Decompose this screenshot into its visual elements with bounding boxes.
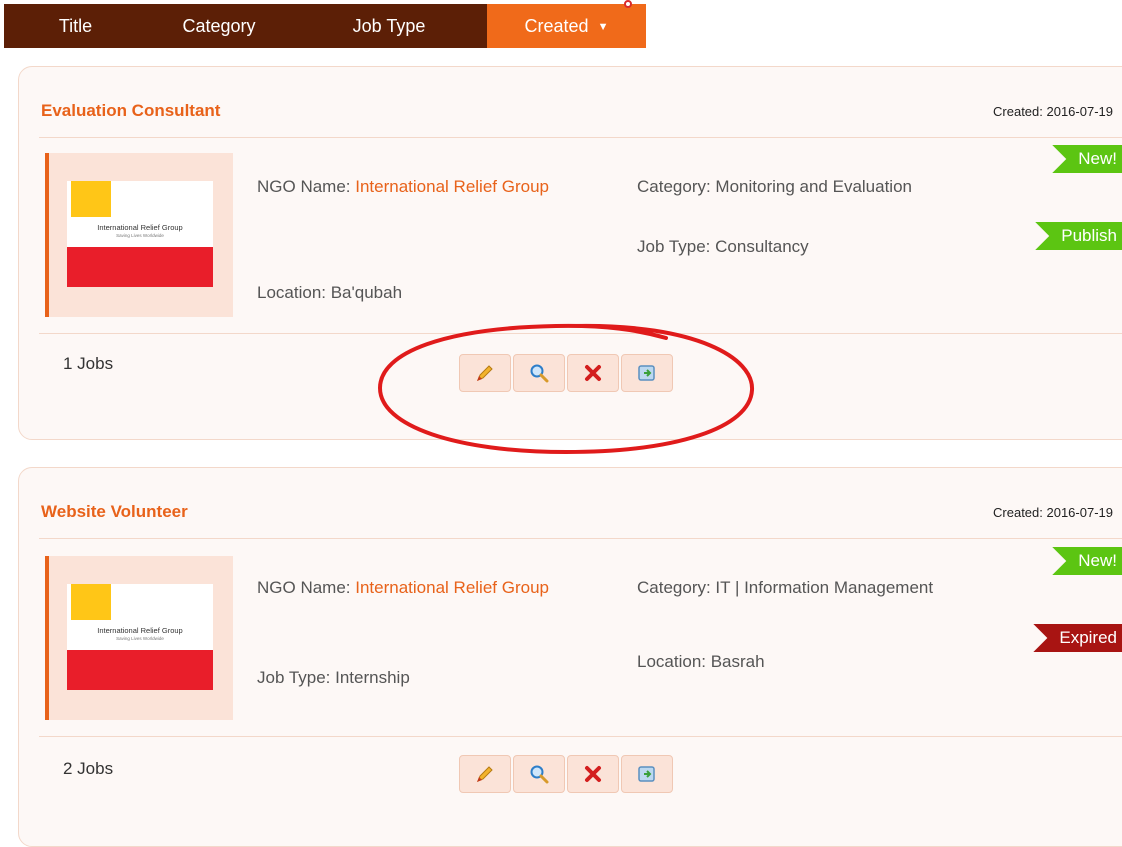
expired-badge: Expired [1033,624,1122,652]
jobs-count: 2 Jobs [63,759,114,778]
job-card-header: Evaluation Consultant Created: 2016-07-1… [39,67,1122,138]
location-field: Location: Ba'qubah [257,283,403,302]
sort-marker-icon [624,0,632,8]
delete-button[interactable] [567,354,619,392]
view-button[interactable] [513,354,565,392]
sort-tab-created-label: Created [524,16,589,36]
created-date: Created: 2016-07-19 [993,505,1113,520]
created-date: Created: 2016-07-19 [993,104,1113,119]
sort-bar: Title Category Job Type Created ▼ [4,4,646,48]
location-field: Location: Basrah [637,652,765,671]
ngo-logo: International Relief Group Saving Lives … [67,584,213,690]
export-icon [638,766,655,782]
export-button[interactable] [621,354,673,392]
job-card-footer: 2 Jobs [39,736,1122,837]
edit-button[interactable] [459,755,511,793]
publish-badge: Publish [1035,222,1122,250]
action-buttons [459,354,673,392]
ngo-name-link[interactable]: International Relief Group [355,177,549,196]
ngo-logo-frame: International Relief Group Saving Lives … [45,153,233,317]
sort-tab-category[interactable]: Category [147,4,291,48]
sort-tab-job-type[interactable]: Job Type [291,4,487,48]
ngo-name-label: NGO Name: [257,578,356,597]
job-card-footer: 1 Jobs [39,333,1122,434]
sort-down-icon: ▼ [597,21,609,34]
new-badge: New! [1052,547,1122,575]
view-button[interactable] [513,755,565,793]
job-card: Evaluation Consultant Created: 2016-07-1… [18,66,1122,440]
job-card-header: Website Volunteer Created: 2016-07-19 [39,468,1122,539]
delete-icon [585,766,601,782]
edit-icon [477,766,493,782]
sort-tab-created[interactable]: Created ▼ [487,4,646,48]
job-type-field: Job Type: Consultancy [637,237,809,256]
new-badge: New! [1052,145,1122,173]
action-buttons [459,755,673,793]
job-card: Website Volunteer Created: 2016-07-19 In… [18,467,1122,847]
ngo-logo: International Relief Group Saving Lives … [67,181,213,287]
export-icon [638,365,655,381]
view-icon [530,364,549,383]
jobs-count: 1 Jobs [63,354,114,373]
view-icon [530,765,549,784]
ngo-name-field: NGO Name: International Relief Group [257,576,597,600]
job-title-link[interactable]: Website Volunteer [41,502,188,522]
ngo-logo-frame: International Relief Group Saving Lives … [45,556,233,720]
delete-icon [585,365,601,381]
job-title-link[interactable]: Evaluation Consultant [41,101,220,121]
category-field: Category: Monitoring and Evaluation [637,177,912,196]
category-field: Category: IT | Information Management [637,578,934,597]
ngo-name-label: NGO Name: [257,177,356,196]
delete-button[interactable] [567,755,619,793]
ngo-name-field: NGO Name: International Relief Group [257,175,597,199]
edit-button[interactable] [459,354,511,392]
ngo-name-link[interactable]: International Relief Group [355,578,549,597]
export-button[interactable] [621,755,673,793]
job-type-field: Job Type: Internship [257,668,410,687]
edit-icon [477,365,493,381]
sort-tab-title[interactable]: Title [4,4,147,48]
